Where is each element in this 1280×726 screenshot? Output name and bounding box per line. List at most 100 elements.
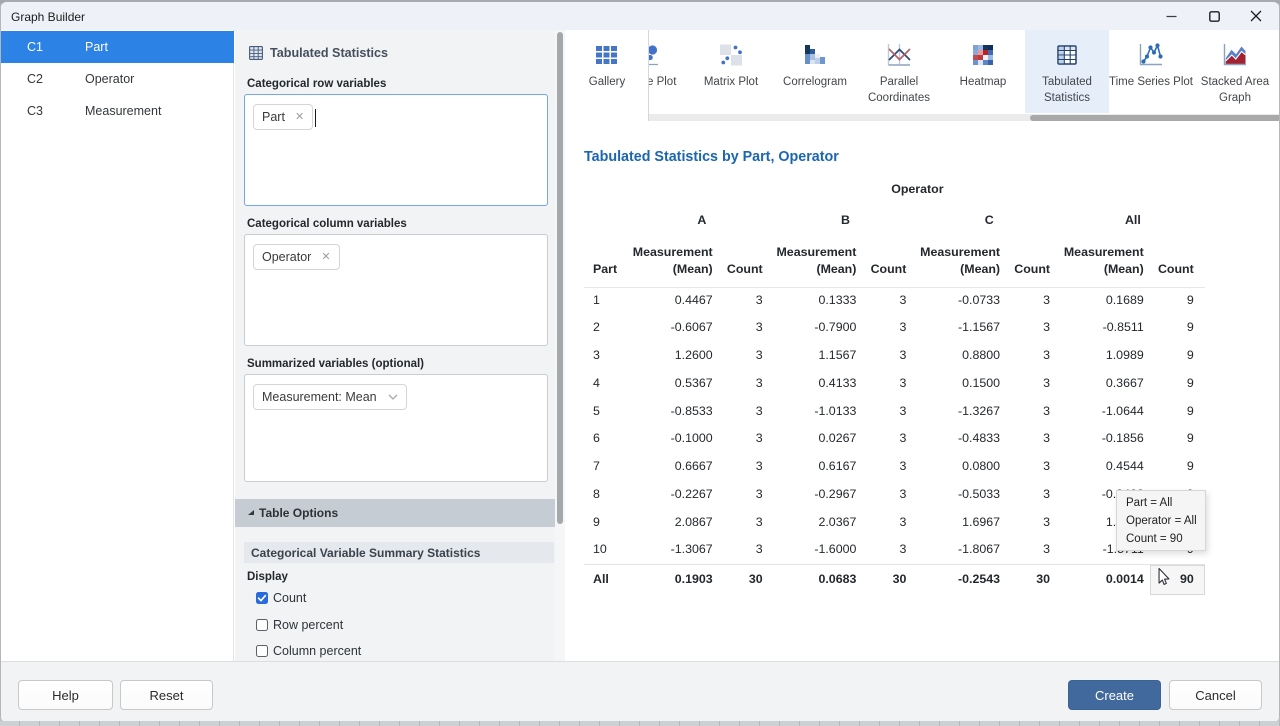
value-cell: 3 xyxy=(719,537,774,565)
gallery-item-tabulated-statistics[interactable]: Tabulated Statistics xyxy=(1025,30,1109,113)
value-cell: 0.0267 xyxy=(774,426,863,454)
column-group-all: All xyxy=(1061,203,1205,237)
checkbox-row-row-percent[interactable]: Row percent xyxy=(256,618,343,632)
count-header: Count xyxy=(1150,237,1205,287)
value-cell: -1.3267 xyxy=(917,398,1006,426)
maximize-button[interactable] xyxy=(1192,2,1236,30)
title-bar: Graph Builder xyxy=(1,2,1279,31)
count-header: Count xyxy=(862,237,917,287)
gallery-item-correlogram[interactable]: Correlogram xyxy=(773,30,857,113)
gallery-item-label: Stacked Area Graph xyxy=(1187,75,1280,106)
value-cell: 30 xyxy=(719,565,774,595)
value-cell: 3 xyxy=(1006,398,1061,426)
maximize-icon xyxy=(1209,11,1220,22)
gallery-item-time-series-plot[interactable]: Time Series Plot xyxy=(1109,30,1193,113)
value-cell: 1.1567 xyxy=(774,343,863,371)
value-cell: 2.0867 xyxy=(630,509,719,537)
table-row-all: All0.1903300.068330-0.2543300.001490 xyxy=(584,565,1205,595)
minimize-icon xyxy=(1166,11,1177,22)
value-cell: 0.5367 xyxy=(630,370,719,398)
value-cell: -1.0644 xyxy=(1061,398,1150,426)
text-caret xyxy=(315,109,316,127)
summarized-chip-measurement-mean[interactable]: Measurement: Mean xyxy=(253,384,407,410)
measurement-mean-header: Measurement(Mean) xyxy=(774,237,863,287)
column-name: Part xyxy=(85,40,108,54)
value-cell: 3 xyxy=(719,287,774,315)
table-row-5: 5-0.85333-1.01333-1.32673-1.06449 xyxy=(584,398,1205,426)
collapse-triangle-icon xyxy=(248,510,254,515)
variable-chip-part[interactable]: Part ✕ xyxy=(253,104,313,130)
gallery-scrollbar-thumb[interactable] xyxy=(1030,115,1280,121)
background-window-strip xyxy=(0,721,1280,726)
variable-chip-operator[interactable]: Operator ✕ xyxy=(253,244,340,270)
minimize-button[interactable] xyxy=(1149,2,1193,30)
chevron-down-icon xyxy=(388,394,398,400)
checkbox-row-count[interactable]: Count xyxy=(256,591,306,605)
builder-scrollbar-thumb[interactable] xyxy=(557,32,563,524)
footer-bar: Help Reset Create Cancel xyxy=(1,661,1280,723)
measurement-mean-header: Measurement(Mean) xyxy=(1061,237,1150,287)
table-row-6: 6-0.100030.02673-0.48333-0.18569 xyxy=(584,426,1205,454)
reset-button[interactable]: Reset xyxy=(120,680,213,710)
gallery-item-label: Heatmap xyxy=(935,75,1031,91)
column-list-item-measurement[interactable]: C3 Measurement xyxy=(1,95,234,127)
part-cell: 9 xyxy=(584,509,630,537)
table-row-1: 10.446730.13333-0.073330.16899 xyxy=(584,287,1205,315)
chip-remove-icon[interactable]: ✕ xyxy=(295,112,304,123)
value-cell: 3 xyxy=(862,343,917,371)
gallery-item-label: Tabulated Statistics xyxy=(1019,75,1115,106)
gallery-item-label: Gallery xyxy=(559,75,655,91)
builder-panel-title: Tabulated Statistics xyxy=(270,46,388,60)
column-id: C3 xyxy=(27,104,43,118)
checked-checkbox-icon[interactable] xyxy=(256,592,268,604)
part-cell: All xyxy=(584,565,630,595)
value-cell: 3 xyxy=(862,509,917,537)
gallery-item-gallery[interactable]: Gallery xyxy=(565,30,649,113)
chip-label: Part xyxy=(262,110,285,124)
value-cell: -0.2267 xyxy=(630,482,719,510)
gallery-item-parallel-coordinates[interactable]: Parallel Coordinates xyxy=(857,30,941,113)
gallery-item-bubble-plot[interactable]: Bubble Plot xyxy=(649,30,689,113)
value-cell: -0.8511 xyxy=(1061,315,1150,343)
summarized-variables-box[interactable]: Measurement: Mean xyxy=(244,374,548,482)
close-button[interactable] xyxy=(1234,2,1278,30)
tabulated-statistics-panel-icon xyxy=(249,46,263,60)
table-row-4: 40.536730.413330.150030.36679 xyxy=(584,370,1205,398)
chip-remove-icon[interactable]: ✕ xyxy=(321,252,330,263)
create-button[interactable]: Create xyxy=(1068,680,1161,710)
checkbox-row-column-percent[interactable]: Column percent xyxy=(256,644,361,658)
cancel-button[interactable]: Cancel xyxy=(1169,680,1262,710)
value-cell: 9 xyxy=(1150,287,1205,315)
stacked-area-icon xyxy=(1222,43,1248,67)
gallery-fixed-cell: Gallery xyxy=(565,30,649,121)
table-options-header[interactable]: Table Options xyxy=(235,499,565,527)
gallery-item-heatmap[interactable]: Heatmap xyxy=(941,30,1025,113)
column-variables-box[interactable]: Operator ✕ xyxy=(244,234,548,346)
unchecked-checkbox-icon[interactable] xyxy=(256,645,268,657)
column-name: Measurement xyxy=(85,104,161,118)
value-cell: -1.3067 xyxy=(630,537,719,565)
column-list-item-operator[interactable]: C2Operator xyxy=(1,63,234,95)
value-cell: 0.6167 xyxy=(774,454,863,482)
gallery-item-stacked-area-graph[interactable]: Stacked Area Graph xyxy=(1193,30,1277,113)
gallery-item-matrix-plot[interactable]: Matrix Plot xyxy=(689,30,773,113)
value-cell: 0.6667 xyxy=(630,454,719,482)
value-cell: -0.5033 xyxy=(917,482,1006,510)
table-row-8: 8-0.22673-0.29673-0.50333-0.34229 xyxy=(584,482,1205,510)
value-cell: 0.0800 xyxy=(917,454,1006,482)
value-cell: 3 xyxy=(862,426,917,454)
value-cell: 3 xyxy=(862,370,917,398)
part-cell: 4 xyxy=(584,370,630,398)
help-button[interactable]: Help xyxy=(18,680,113,710)
statistics-table: OperatorABCAllPartMeasurement(Mean)Count… xyxy=(584,175,1205,595)
value-cell: 3 xyxy=(1006,426,1061,454)
row-variables-box[interactable]: Part ✕ xyxy=(244,94,548,206)
count-header: Count xyxy=(719,237,774,287)
value-cell: -0.2543 xyxy=(917,565,1006,595)
heatmap-icon xyxy=(970,43,996,67)
value-cell: 30 xyxy=(862,565,917,595)
value-cell: 9 xyxy=(1150,398,1205,426)
column-list-item-part[interactable]: C1Part xyxy=(1,31,234,63)
output-title: Tabulated Statistics by Part, Operator xyxy=(584,149,839,165)
unchecked-checkbox-icon[interactable] xyxy=(256,619,268,631)
